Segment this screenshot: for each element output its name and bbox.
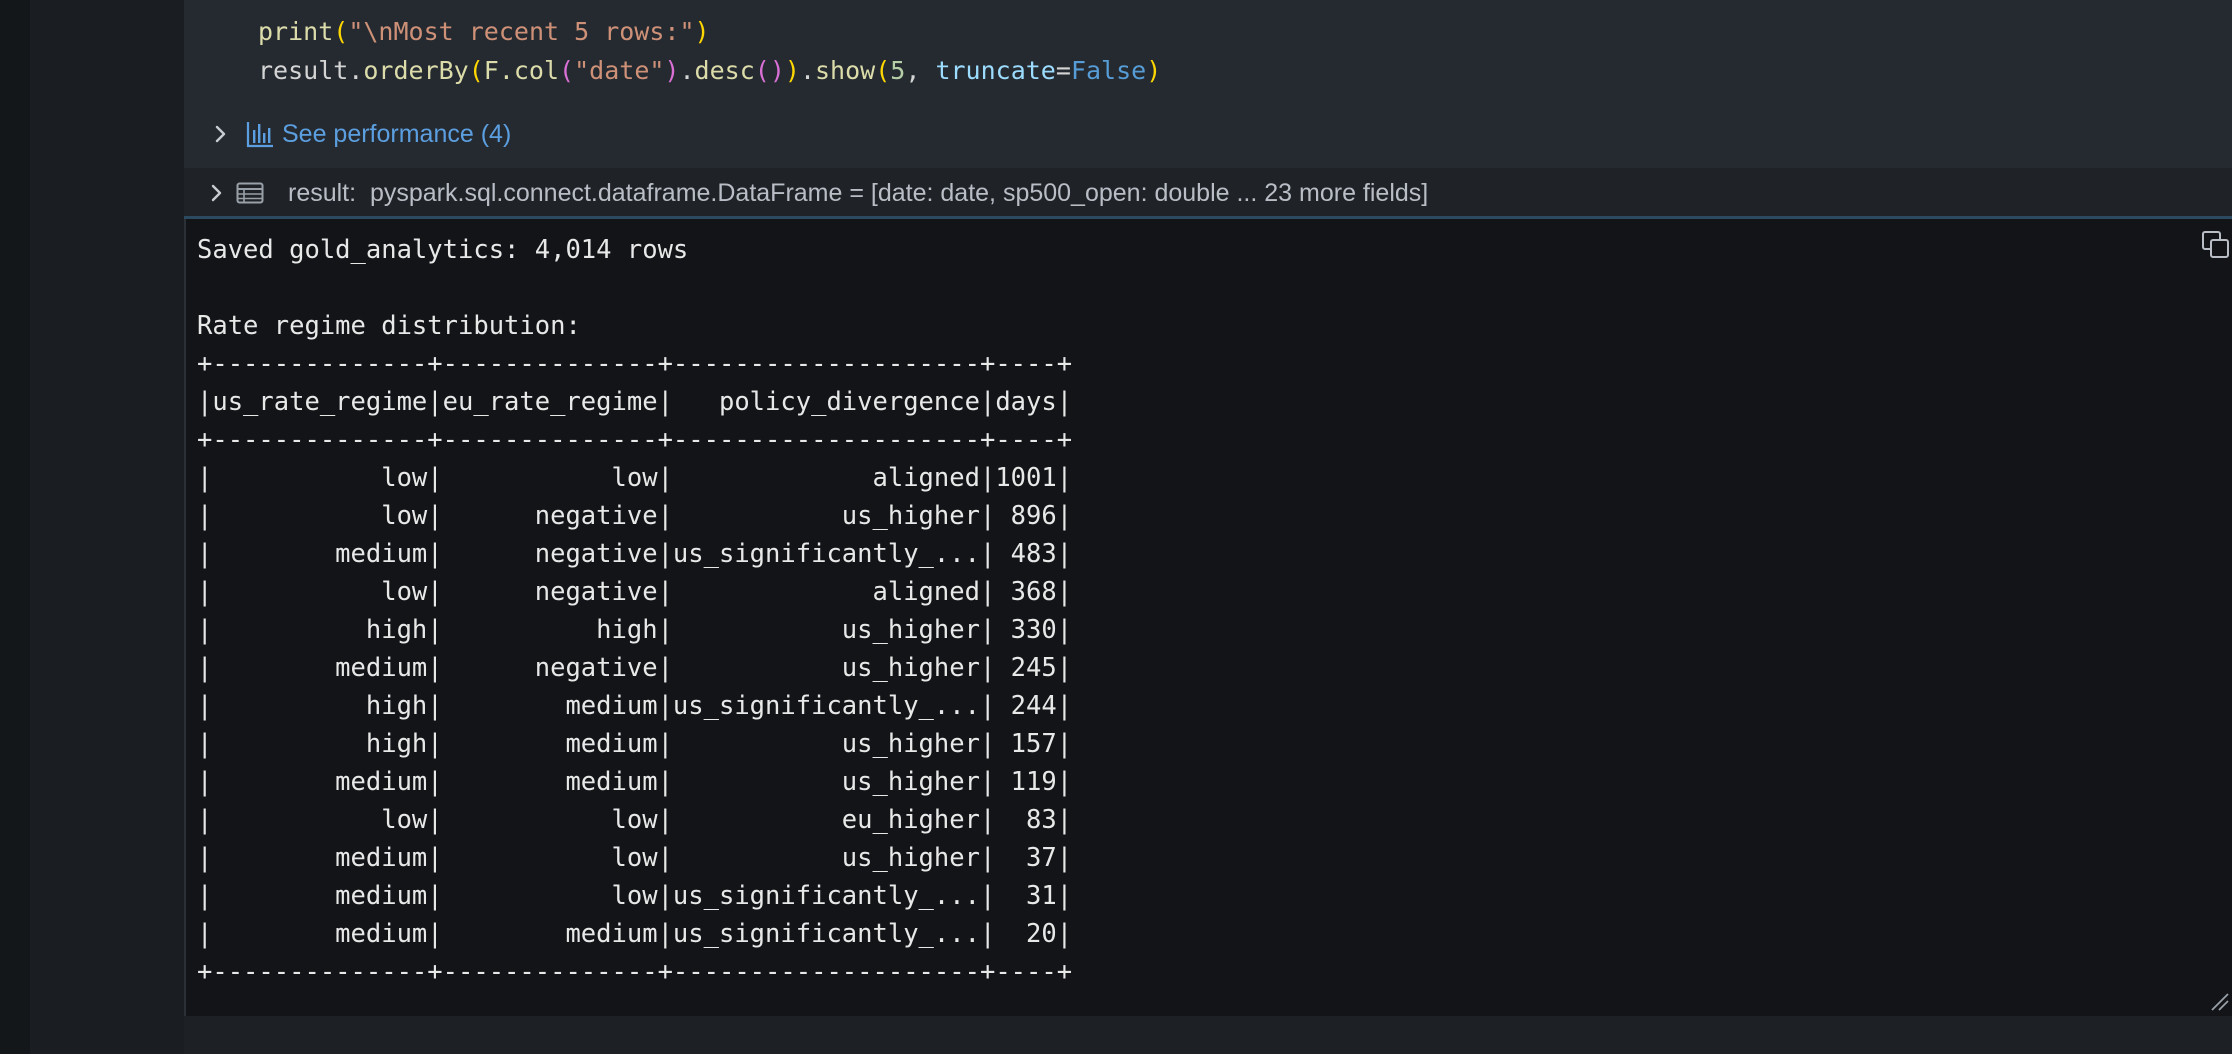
see-performance-link[interactable]: See performance (4) (282, 120, 511, 149)
code-token: ) (784, 56, 800, 85)
code-token: ) (1146, 56, 1162, 85)
result-schema-bar[interactable]: result: pyspark.sql.connect.dataframe.Da… (184, 168, 2232, 218)
code-token: show (815, 56, 876, 85)
code-token: 5 (890, 56, 906, 85)
code-token: . (799, 56, 815, 85)
code-token: = (1055, 56, 1071, 85)
code-token: "date" (574, 56, 665, 85)
notebook-page: print("\nMost recent 5 rows:") result.or… (0, 0, 2232, 1054)
code-token: orderBy (363, 56, 469, 85)
bar-chart-icon (246, 120, 274, 148)
code-token: , (905, 56, 936, 85)
code-line-2[interactable]: result.orderBy(F.col("date").desc()).sho… (258, 52, 1161, 90)
resize-handle-icon[interactable] (2208, 990, 2230, 1012)
code-token: F.col (483, 56, 560, 85)
cell-left-rail (30, 0, 184, 1054)
code-token: result. (258, 56, 364, 85)
left-gutter (0, 0, 30, 1054)
copy-icon[interactable] (2200, 229, 2232, 261)
code-token: ( (468, 56, 484, 85)
code-token: desc (694, 56, 755, 85)
code-token: "\nMost recent 5 rows:" (348, 17, 695, 46)
result-schema-text: result: pyspark.sql.connect.dataframe.Da… (288, 178, 1429, 207)
chevron-right-icon[interactable] (208, 121, 234, 147)
code-token: False (1070, 56, 1147, 85)
notebook-cell: print("\nMost recent 5 rows:") result.or… (184, 0, 2232, 1016)
output-text: Saved gold_analytics: 4,014 rows Rate re… (197, 235, 1073, 987)
cell-output: Saved gold_analytics: 4,014 rows Rate re… (184, 219, 2232, 1016)
code-line-1[interactable]: print("\nMost recent 5 rows:") (258, 13, 710, 51)
code-token: () (754, 56, 785, 85)
code-token: . (679, 56, 695, 85)
table-icon (236, 182, 264, 204)
code-editor[interactable]: print("\nMost recent 5 rows:") result.or… (184, 0, 2232, 168)
code-token: print (258, 17, 334, 46)
cell-footer (184, 1016, 2232, 1054)
code-token: ) (664, 56, 680, 85)
code-token: ( (875, 56, 891, 85)
code-token: ( (333, 17, 349, 46)
code-token: ( (559, 56, 575, 85)
chevron-right-icon[interactable] (204, 180, 230, 206)
code-token: ) (694, 17, 710, 46)
code-token: truncate (935, 56, 1056, 85)
see-performance-toggle[interactable]: See performance (4) (208, 116, 511, 152)
